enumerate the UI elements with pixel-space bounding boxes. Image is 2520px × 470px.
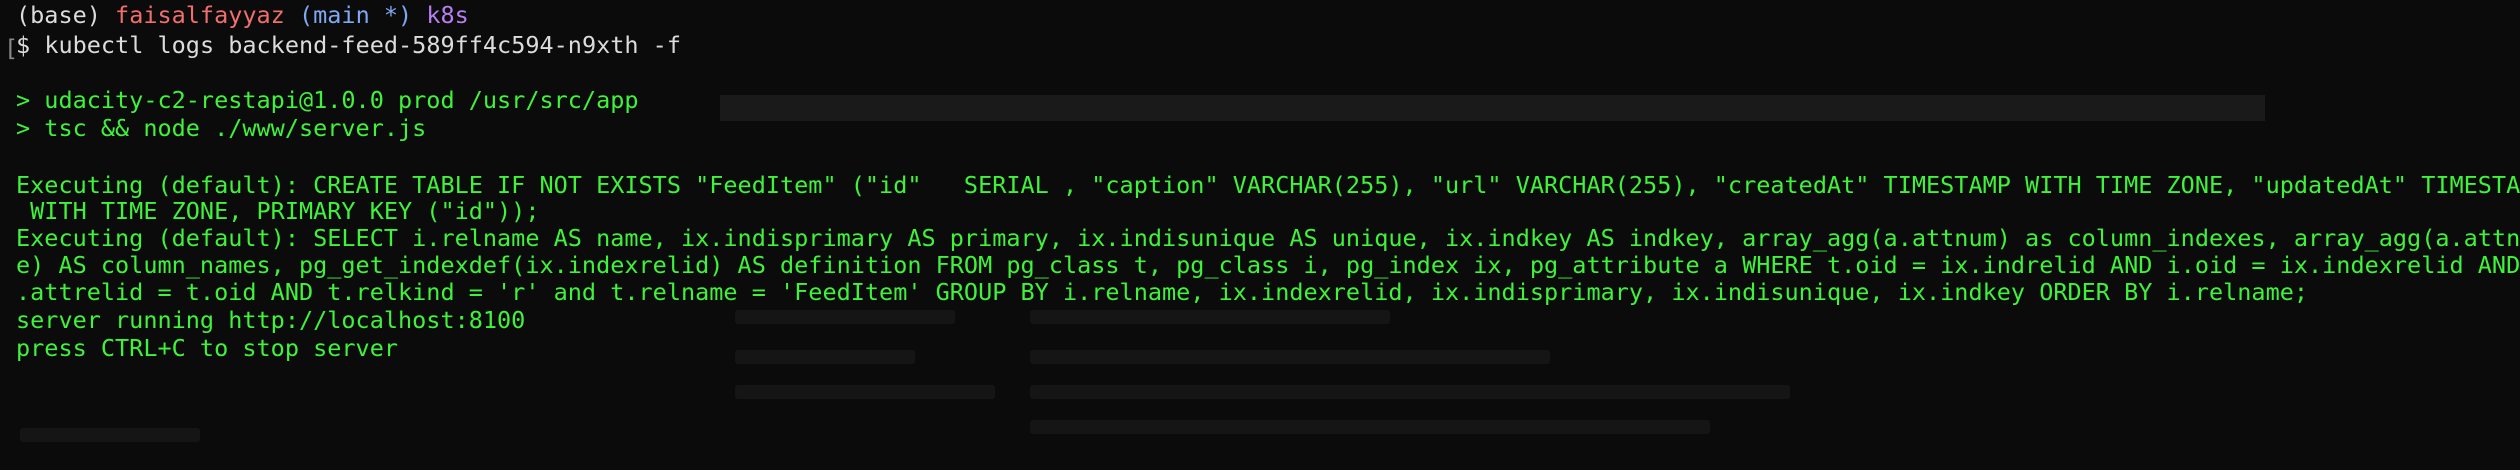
prompt-symbol: $ [16,31,31,59]
log-line-server-running: server running http://localhost:8100 [16,306,526,334]
command-line[interactable]: $ kubectl logs backend-feed-589ff4c594-n… [16,30,681,60]
log-line-stop-hint: press CTRL+C to stop server [16,334,399,362]
git-branch: (main *) [298,1,413,29]
kube-context: k8s [426,1,469,29]
conda-env: (base) [16,1,101,29]
log-line: WITH TIME ZONE, PRIMARY KEY ("id")); [16,197,540,225]
terminal-window[interactable]: (base) faisalfayyaz (main *) k8s [ $ kub… [0,0,2520,470]
npm-script-line: > udacity-c2-restapi@1.0.0 prod /usr/src… [16,86,639,114]
npm-script-line: > tsc && node ./www/server.js [16,114,427,142]
log-line: Executing (default): SELECT i.relname AS… [16,224,2520,252]
log-line: e) AS column_names, pg_get_indexdef(ix.i… [16,251,2520,279]
shell-prompt: (base) faisalfayyaz (main *) k8s [16,0,469,30]
username: faisalfayyaz [115,1,285,29]
log-line: .attrelid = t.oid AND t.relkind = 'r' an… [16,278,2309,306]
command-text: kubectl logs backend-feed-589ff4c594-n9x… [44,31,681,59]
